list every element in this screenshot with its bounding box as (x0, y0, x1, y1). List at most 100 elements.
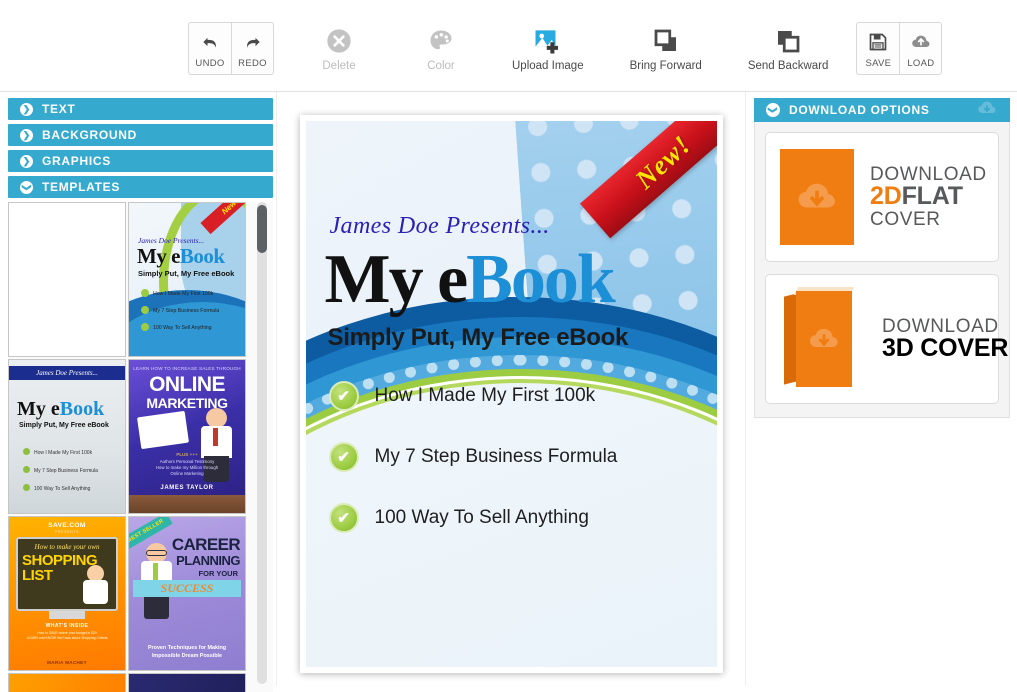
chevron-down-icon: ❯ (20, 180, 33, 194)
download-3d-cover-button[interactable]: DOWNLOAD 3D COVER (765, 274, 1008, 404)
template-thumb-blank[interactable] (8, 202, 126, 357)
bring-forward-icon (651, 24, 681, 58)
send-backward-icon (773, 24, 803, 58)
upload-image-label: Upload Image (512, 60, 584, 72)
template-thumb-career-planning[interactable]: BEST SELLER CAREER PLANNING FOR YOUR SUC… (128, 516, 246, 671)
cover-bullet-item[interactable]: ✔ How I Made My First 100k (328, 381, 618, 411)
floor (129, 495, 245, 513)
send-backward-label: Send Backward (747, 60, 829, 72)
thumb-art: BEST SELLER CAREER PLANNING FOR YOUR SUC… (129, 517, 245, 670)
character-illustration (80, 565, 112, 613)
bring-forward-button[interactable]: Bring Forward (620, 22, 712, 72)
template-thumb-partial-navy[interactable] (128, 673, 246, 692)
thumb-whats-inside: WHAT'S INSIDE (45, 623, 89, 629)
save-button[interactable]: SAVE (857, 23, 899, 74)
thumb-author: MARIA MACHEY (47, 660, 87, 665)
left-sidebar: ❯ TEXT ❯ BACKGROUND ❯ GRAPHICS ❯ TEMPLAT… (8, 98, 273, 692)
download-options-header[interactable]: ❯ DOWNLOAD OPTIONS (754, 98, 1010, 122)
thumb-art (9, 674, 125, 692)
bring-forward-label: Bring Forward (629, 60, 702, 72)
upload-image-button[interactable]: Upload Image (502, 22, 594, 72)
check-circle-icon: ✔ (328, 381, 359, 411)
cover-bullet-item[interactable]: ✔ 100 Way To Sell Anything (328, 503, 618, 533)
cover-title[interactable]: My eBook (324, 239, 616, 321)
download-3d-label-group: DOWNLOAD 3D COVER (882, 316, 1009, 362)
check-circle-icon: ✔ (328, 442, 359, 472)
cloud-upload-icon (910, 29, 932, 55)
thumb-bullet: 100 Way To Sell Anything (23, 484, 90, 492)
thumb-art: SAVE.COM PRESENTS How to make your own S… (9, 517, 125, 670)
template-thumb-partial-orange[interactable] (8, 673, 126, 692)
thumb-body2: How to make my Million through (155, 465, 219, 470)
thumb-bullet: My 7 Step Business Formula (23, 466, 98, 474)
sidebar-item-graphics[interactable]: ❯ GRAPHICS (8, 150, 273, 172)
cover-bullet-item[interactable]: ✔ My 7 Step Business Formula (328, 442, 618, 472)
sidebar-item-templates[interactable]: ❯ TEMPLATES (8, 176, 273, 198)
load-label: LOAD (907, 58, 935, 69)
thumb-body1: Authors Personal Testimony (159, 459, 215, 464)
sidebar-item-text[interactable]: ❯ TEXT (8, 98, 273, 120)
thumb-art: James Doe Presents... My eBook Simply Pu… (9, 360, 125, 513)
thumb-brand-sub: PRESENTS (54, 530, 80, 534)
templates-grid: New! James Doe Presents... My eBook Simp… (8, 202, 255, 692)
chevron-right-icon: ❯ (20, 154, 33, 168)
thumb-presents: James Doe Presents... (36, 369, 98, 377)
color-button[interactable]: Color (410, 22, 472, 72)
thumb-title: My eBook (137, 244, 225, 268)
download-options-title: DOWNLOAD OPTIONS (789, 103, 930, 117)
chevron-down-icon: ❯ (766, 103, 780, 117)
undo-label: UNDO (195, 58, 225, 69)
redo-label: REDO (238, 58, 267, 69)
monitor-screen: How to make your own SHOPPING LIST (16, 537, 118, 611)
cover-subtitle[interactable]: Simply Put, My Free eBook (328, 324, 629, 352)
delete-button[interactable]: Delete (308, 22, 370, 72)
thumb-line3: FOR YOUR (198, 569, 238, 578)
sidebar-item-graphics-label: GRAPHICS (42, 154, 111, 168)
templates-scrollbar-track[interactable] (257, 202, 267, 684)
cloud-download-icon (780, 149, 854, 245)
cover-bullet-list: ✔ How I Made My First 100k ✔ My 7 Step B… (328, 381, 618, 564)
thumb-author: JAMES TAYLOR (160, 485, 214, 491)
sidebar-item-text-label: TEXT (42, 102, 76, 116)
thumb-footer: Proven Techniques for Making Impossible D… (147, 645, 227, 659)
send-backward-button[interactable]: Send Backward (738, 22, 839, 72)
template-thumb-my-ebook-blue[interactable]: New! James Doe Presents... My eBook Simp… (128, 202, 246, 357)
sidebar-item-background[interactable]: ❯ BACKGROUND (8, 124, 273, 146)
template-thumb-my-ebook-paper[interactable]: James Doe Presents... My eBook Simply Pu… (8, 359, 126, 514)
thumb-art (129, 674, 245, 692)
redo-button[interactable]: REDO (231, 23, 273, 74)
load-button[interactable]: LOAD (899, 23, 941, 74)
cover-bullet-text: My 7 Step Business Formula (374, 446, 618, 467)
save-label: SAVE (865, 58, 892, 69)
thumb-title: My eBook (17, 398, 105, 420)
save-load-group: SAVE LOAD (856, 22, 943, 75)
thumb-line1: CAREER (171, 535, 241, 554)
template-thumb-online-marketing[interactable]: LEARN HOW TO INCREASE SALES THROUGH ONLI… (128, 359, 246, 514)
download-3d-line2: 3D COVER (882, 333, 1009, 362)
thumb-body3: Online Marketing (170, 471, 204, 476)
download-2d-flat-cover-button[interactable]: DOWNLOAD 2DFLAT COVER (765, 132, 999, 262)
delete-label: Delete (322, 60, 356, 72)
templates-scrollbar-thumb[interactable] (257, 205, 267, 253)
template-thumb-shopping-list[interactable]: SAVE.COM PRESENTS How to make your own S… (8, 516, 126, 671)
ebook-cover-canvas[interactable]: New! James Doe Presents... My eBook Simp… (299, 115, 723, 673)
thumb-bullet: How I Made My First 100k (23, 448, 92, 456)
thumb-script: How to make your own (34, 543, 100, 551)
cover-title-dark: My e (324, 241, 469, 318)
thumb-line2: PLANNING (176, 553, 240, 568)
cloud-download-3d-book-icon (780, 287, 866, 389)
upload-image-icon (533, 24, 563, 58)
thumb-art: New! James Doe Presents... My eBook Simp… (129, 203, 245, 356)
monitor-stand (49, 611, 85, 619)
cover-presents-text[interactable]: James Doe Presents... (330, 213, 550, 240)
templates-scroll-region[interactable]: New! James Doe Presents... My eBook Simp… (8, 202, 273, 692)
chevron-right-icon: ❯ (20, 128, 33, 142)
thumb-brand: SAVE.COM (48, 522, 86, 529)
top-toolbar: UNDO REDO Delete Color Upload Image Brin… (0, 0, 1017, 92)
color-palette-icon (427, 24, 455, 58)
undo-button[interactable]: UNDO (189, 23, 231, 74)
thumb-subtitle: Simply Put, My Free eBook (19, 422, 109, 429)
thumb-line1: ONLINE (149, 373, 225, 396)
cover-artwork: New! James Doe Presents... My eBook Simp… (305, 121, 717, 667)
thumb-bullet: How I Made My First 100k (141, 289, 213, 297)
